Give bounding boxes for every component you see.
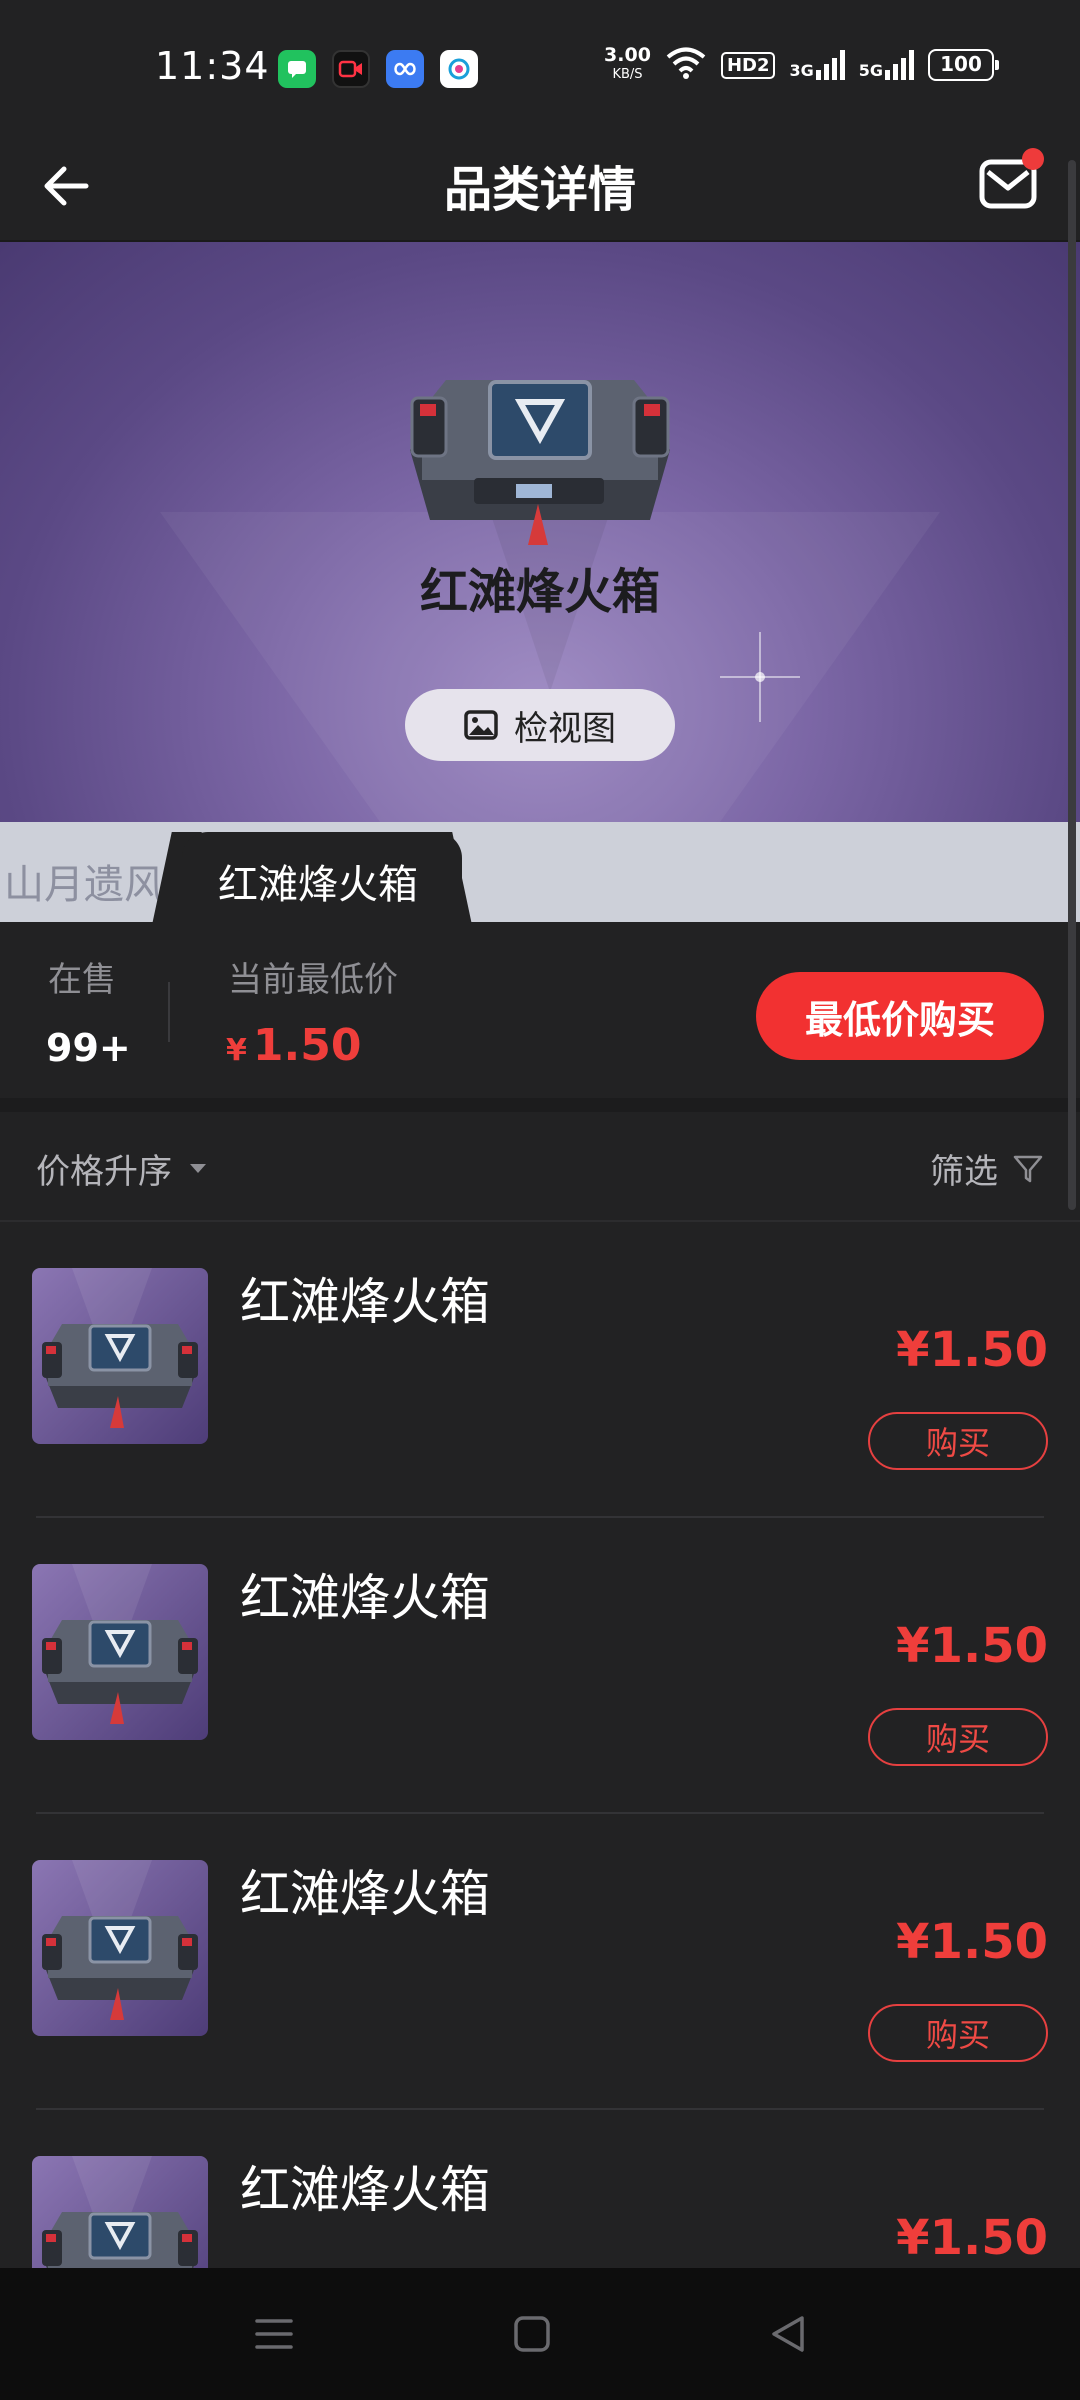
lowest-price-value: ¥1.50 xyxy=(226,1020,361,1071)
listing-name: 红滩烽火箱 xyxy=(240,1273,490,1331)
listing-price: ¥1.50 xyxy=(896,1322,1048,1378)
filter-button[interactable]: 筛选 xyxy=(930,1144,1044,1193)
cloud-app-icon xyxy=(386,50,424,88)
image-icon xyxy=(464,710,498,740)
signal-5g-icon: 5G xyxy=(859,50,914,80)
caret-down-icon xyxy=(190,1164,206,1173)
tab-hongtan-box-label[interactable]: 红滩烽火箱 xyxy=(218,852,418,910)
network-speed: 3.00 KB/S xyxy=(604,44,651,83)
menu-icon xyxy=(255,2319,293,2349)
lowest-price-label: 当前最低价 xyxy=(228,960,398,1000)
crate-thumbnail-icon xyxy=(42,1268,198,1428)
page-title: 品类详情 xyxy=(443,162,636,218)
market-summary: 在售 99+ 当前最低价 ¥1.50 最低价购买 xyxy=(0,922,1080,1098)
nav-menu-button[interactable] xyxy=(244,2304,304,2364)
status-notification-icons xyxy=(278,50,478,88)
listing-name: 红滩烽火箱 xyxy=(240,1865,490,1923)
sort-label: 价格升序 xyxy=(36,1152,172,1192)
listing-buy-button[interactable]: 购买 xyxy=(868,2004,1048,2062)
hero-item-name: 红滩烽火箱 xyxy=(419,564,660,620)
on-sale-count: 99+ xyxy=(46,1026,131,1070)
hd-voice-icon: HD2 xyxy=(720,51,776,79)
unread-badge xyxy=(1022,148,1044,170)
status-bar: 11:34 3.00 KB/S HD2 3G 5G 100 xyxy=(0,0,1080,130)
mobile-app-icon xyxy=(440,50,478,88)
nav-back-button[interactable] xyxy=(758,2304,818,2364)
listing-thumbnail xyxy=(32,1860,208,2036)
nav-home-button[interactable] xyxy=(502,2304,562,2364)
inspect-view-button[interactable]: 检视图 xyxy=(405,689,675,761)
listing-row[interactable]: 红滩烽火箱 ¥1.50 购买 xyxy=(0,1518,1080,1814)
app-header: 品类详情 xyxy=(0,130,1080,242)
status-time: 11:34 xyxy=(155,44,270,88)
listing-name: 红滩烽火箱 xyxy=(240,2161,490,2219)
messages-app-icon xyxy=(278,50,316,88)
messages-button[interactable] xyxy=(968,144,1048,224)
inspect-view-label: 检视图 xyxy=(514,708,616,749)
sort-filter-bar: 价格升序 筛选 xyxy=(0,1098,1080,1222)
status-system-icons: 3.00 KB/S HD2 3G 5G 100 xyxy=(604,44,999,84)
listing-price: ¥1.50 xyxy=(896,1914,1048,1970)
listing-buy-button[interactable]: 购买 xyxy=(868,1412,1048,1470)
on-sale-label: 在售 xyxy=(48,960,116,1000)
crate-thumbnail-icon xyxy=(42,1860,198,2020)
item-tabs: 山月遗风箱 红滩烽火箱 xyxy=(0,822,1080,922)
listing-price: ¥1.50 xyxy=(896,2210,1048,2266)
listing-name: 红滩烽火箱 xyxy=(240,1569,490,1627)
sort-dropdown[interactable]: 价格升序 xyxy=(36,1144,206,1193)
listing-thumbnail xyxy=(32,1268,208,1444)
listing-price: ¥1.50 xyxy=(896,1618,1048,1674)
divider xyxy=(168,982,170,1042)
filter-label: 筛选 xyxy=(930,1152,998,1192)
system-nav-bar xyxy=(0,2268,1080,2400)
currency-symbol: ¥ xyxy=(226,1033,247,1068)
lowest-price-amount: 1.50 xyxy=(252,1020,362,1071)
buy-lowest-price-button[interactable]: 最低价购买 xyxy=(756,972,1044,1060)
listing-row[interactable]: 红滩烽火箱 ¥1.50 购买 xyxy=(0,1222,1080,1518)
video-app-icon xyxy=(332,50,370,88)
item-hero: 红滩烽火箱 检视图 xyxy=(0,242,1080,822)
battery-icon: 100 xyxy=(928,49,999,81)
crate-image xyxy=(410,380,670,545)
signal-3g-icon: 3G xyxy=(789,50,845,80)
home-square-icon xyxy=(514,2316,550,2352)
listing-row[interactable]: 红滩烽火箱 ¥1.50 购买 xyxy=(0,1814,1080,2110)
listing-thumbnail xyxy=(32,1564,208,1740)
scrollbar[interactable] xyxy=(1068,160,1076,1210)
filter-icon xyxy=(1013,1155,1043,1182)
crate-thumbnail-icon xyxy=(42,1564,198,1724)
wifi-icon xyxy=(665,46,707,84)
back-triangle-icon xyxy=(772,2316,804,2352)
listing-buy-button[interactable]: 购买 xyxy=(868,1708,1048,1766)
